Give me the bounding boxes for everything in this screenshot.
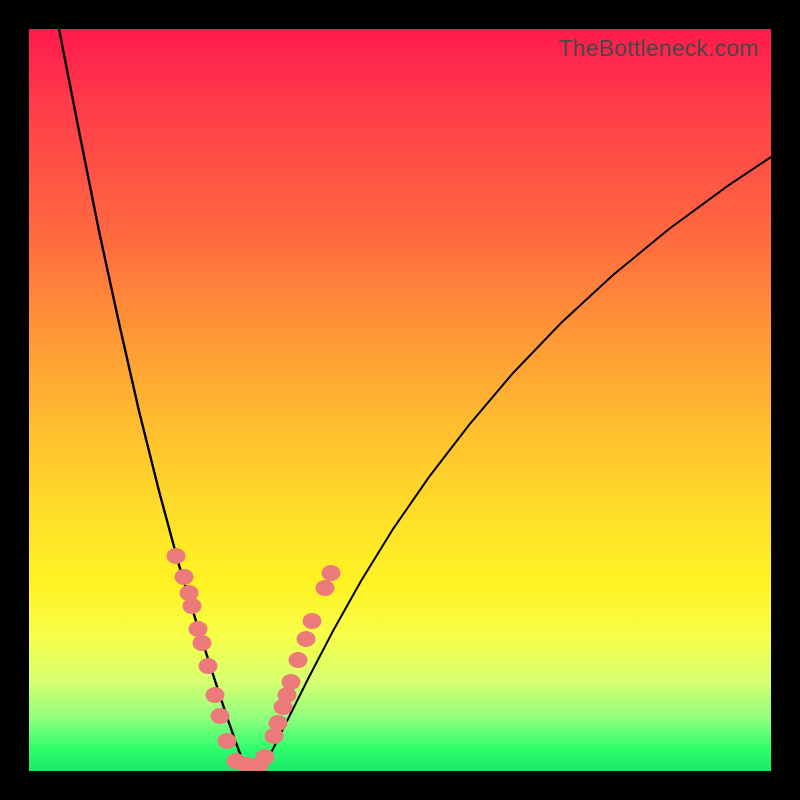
curve-layer — [29, 29, 771, 771]
marker-dot — [206, 687, 225, 703]
marker-dot — [175, 569, 194, 585]
right-curve — [261, 157, 771, 771]
marker-dot — [183, 598, 202, 614]
marker-dot — [297, 631, 316, 647]
marker-group — [167, 548, 341, 771]
marker-dot — [189, 621, 208, 637]
plot-area: TheBottleneck.com — [29, 29, 771, 771]
marker-dot — [303, 613, 322, 629]
marker-dot — [211, 708, 230, 724]
marker-dot — [218, 733, 237, 749]
chart-frame: TheBottleneck.com — [0, 0, 800, 800]
marker-dot — [316, 580, 335, 596]
marker-dot — [256, 749, 275, 765]
marker-dot — [289, 652, 308, 668]
marker-dot — [269, 715, 288, 731]
marker-dot — [193, 635, 212, 651]
marker-dot — [199, 658, 218, 674]
marker-dot — [322, 565, 341, 581]
left-curve — [59, 29, 247, 771]
marker-dot — [167, 548, 186, 564]
marker-dot — [282, 674, 301, 690]
